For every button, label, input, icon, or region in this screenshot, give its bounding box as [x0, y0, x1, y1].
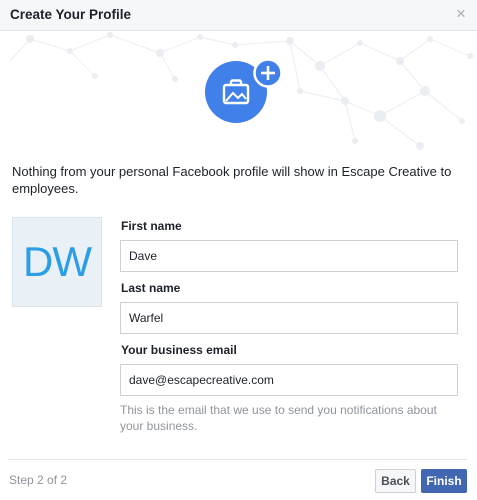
email-label: Your business email [121, 343, 237, 357]
dialog-title: Create Your Profile [10, 7, 132, 22]
footer-divider [8, 459, 467, 460]
last-name-field[interactable] [120, 302, 458, 334]
close-icon[interactable]: × [454, 5, 468, 23]
avatar-initials: DW [23, 238, 92, 285]
email-help-text: This is the email that we use to send yo… [120, 403, 437, 433]
dialog-header: Create Your Profile × [0, 0, 477, 31]
first-name-field[interactable] [120, 240, 458, 272]
intro-text: Nothing from your personal Facebook prof… [12, 164, 452, 196]
first-name-label: First name [121, 219, 182, 233]
finish-button[interactable]: Finish [421, 469, 467, 493]
last-name-label: Last name [121, 281, 181, 295]
step-indicator: Step 2 of 2 [9, 473, 68, 487]
avatar[interactable]: DW [12, 217, 102, 307]
hero-banner [0, 31, 477, 153]
back-button[interactable]: Back [375, 469, 416, 493]
email-field[interactable] [120, 364, 458, 396]
plus-icon [253, 58, 283, 88]
